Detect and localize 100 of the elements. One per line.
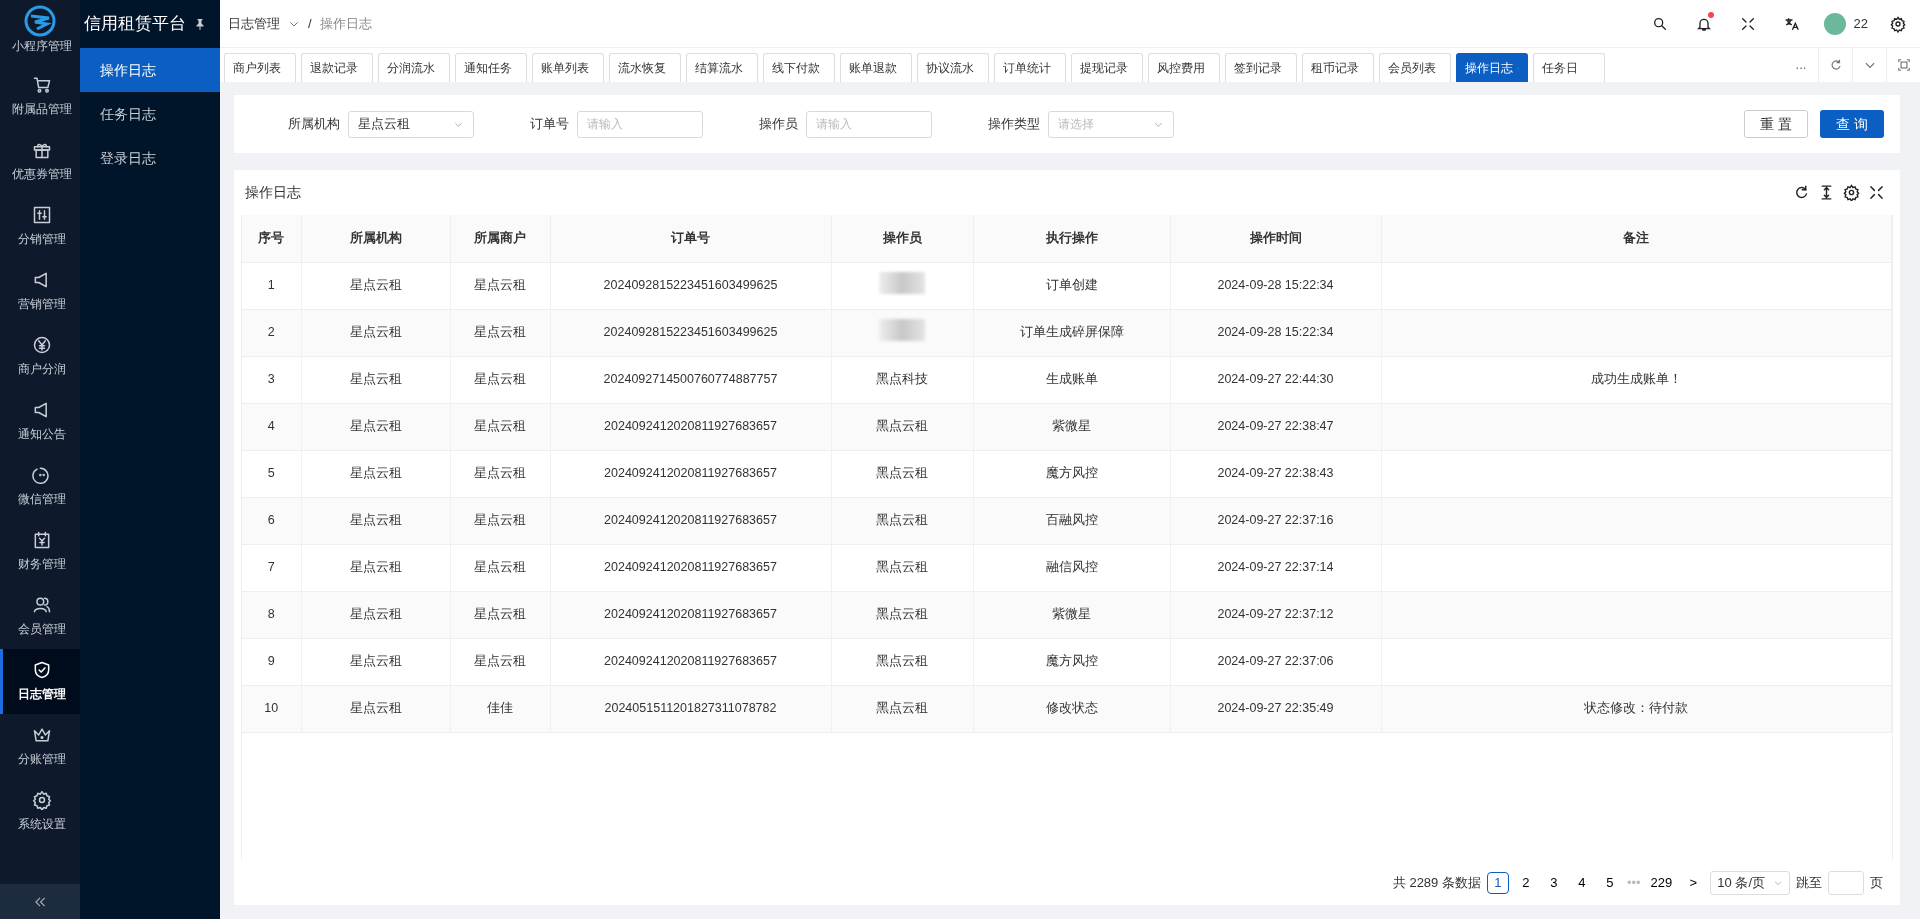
table-cell: 3 (242, 356, 301, 403)
column-header: 执行操作 (973, 215, 1170, 262)
tab[interactable]: 退款记录 (301, 53, 373, 82)
page-button[interactable]: 4 (1570, 871, 1593, 894)
table-cell: 2024-09-27 22:38:47 (1170, 403, 1381, 450)
tab[interactable]: 通知任务 (455, 53, 527, 82)
select-field[interactable]: 星点云租 (348, 110, 474, 138)
search-button[interactable]: 查 询 (1820, 110, 1884, 138)
table-cell: 紫微星 (973, 403, 1170, 450)
tab[interactable]: 任务日 (1533, 53, 1605, 82)
column-header: 备注 (1381, 215, 1892, 262)
sidebar-item[interactable]: 日志管理 (0, 649, 80, 714)
page-button[interactable]: 2 (1514, 871, 1537, 894)
table-cell: 2024092412020811927683657 (550, 450, 831, 497)
tab[interactable]: 商户列表 (224, 53, 296, 82)
table-cell: 2024092412020811927683657 (550, 638, 831, 685)
tab[interactable]: 签到记录 (1225, 53, 1297, 82)
sidebar-item[interactable]: 系统设置 (0, 779, 80, 844)
table-cell: 生成账单 (973, 356, 1170, 403)
cart-icon (31, 75, 52, 95)
submenu-item[interactable]: 登录日志 (80, 136, 220, 180)
tab[interactable]: 风控费用 (1148, 53, 1220, 82)
table-cell: 星点云租 (450, 403, 550, 450)
input-field[interactable]: 请输入 (806, 110, 932, 138)
table-cell: 星点云租 (301, 262, 450, 309)
table-cell: 修改状态 (973, 685, 1170, 732)
table-cell: 7 (242, 544, 301, 591)
tab[interactable]: 协议流水 (917, 53, 989, 82)
tab[interactable]: 提现记录 (1071, 53, 1143, 82)
sidebar-item[interactable]: 财务管理 (0, 519, 80, 584)
tab[interactable]: 账单退款 (840, 53, 912, 82)
table-cell: 黑点科技 (831, 356, 973, 403)
table-cell: 星点云租 (450, 591, 550, 638)
table-cell: 星点云租 (301, 544, 450, 591)
page-button[interactable]: 229 (1646, 871, 1677, 894)
tab[interactable]: 流水恢复 (609, 53, 681, 82)
sidebar-item[interactable]: 优惠券管理 (0, 129, 80, 194)
table-cell: 星点云租 (450, 356, 550, 403)
sidebar-item[interactable]: 分账管理 (0, 714, 80, 779)
table-cell: 状态修改：待付款 (1381, 685, 1892, 732)
tab[interactable]: 会员列表 (1379, 53, 1451, 82)
sidebar-item[interactable]: 分销管理 (0, 194, 80, 259)
tab[interactable]: 操作日志 (1456, 53, 1528, 82)
page-size-select[interactable]: 10 条/页 (1710, 870, 1790, 895)
page-button[interactable]: 1 (1486, 871, 1509, 894)
page-button[interactable]: 5 (1598, 871, 1621, 894)
table-cell: 星点云租 (301, 403, 450, 450)
table-cell: 10 (242, 685, 301, 732)
sidebar-item[interactable]: 通知公告 (0, 389, 80, 454)
page-jump-field[interactable] (1828, 870, 1864, 895)
table-cell: 8 (242, 591, 301, 638)
table-cell: 2024092815223451603499625 (550, 262, 831, 309)
sidebar-item[interactable]: 附属品管理 (0, 64, 80, 129)
tab[interactable]: 租币记录 (1302, 53, 1374, 82)
table-cell: 2024051511201827311078782 (550, 685, 831, 732)
tab[interactable]: 分润流水 (378, 53, 450, 82)
yen-circle-icon (31, 335, 52, 355)
pin-icon[interactable] (194, 18, 206, 30)
column-header: 订单号 (550, 215, 831, 262)
reset-button[interactable]: 重 置 (1744, 110, 1808, 138)
tab[interactable]: 线下付款 (763, 53, 835, 82)
table-cell: 订单创建 (973, 262, 1170, 309)
table-cell: 6 (242, 497, 301, 544)
table-cell: 2024092412020811927683657 (550, 544, 831, 591)
refresh-icon[interactable] (1793, 184, 1810, 201)
sidebar-item[interactable]: 商户分润 (0, 324, 80, 389)
table-cell: 星点云租 (450, 638, 550, 685)
sidebar-item[interactable]: 营销管理 (0, 259, 80, 324)
column-header: 所属机构 (301, 215, 450, 262)
breadcrumb-item[interactable]: 日志管理 (228, 13, 280, 34)
total-count: 共 2289 条数据 (1392, 873, 1481, 892)
sidebar-item[interactable]: 会员管理 (0, 584, 80, 649)
sidebar-item[interactable]: 小程序管理 (0, 36, 80, 64)
table-cell: 订单生成碎屏保障 (973, 309, 1170, 356)
sidebar-item[interactable]: 微信管理 (0, 454, 80, 519)
breadcrumb-item: 操作日志 (319, 14, 372, 33)
table-cell: 星点云租 (450, 544, 550, 591)
next-page-button[interactable]: > (1682, 871, 1705, 894)
table-cell: 2024-09-27 22:38:43 (1170, 450, 1381, 497)
users-icon (31, 595, 52, 615)
page-button[interactable]: 3 (1542, 871, 1565, 894)
tab[interactable]: 账单列表 (532, 53, 604, 82)
user-name[interactable]: 22 (1853, 13, 1868, 34)
table-cell: 5 (242, 450, 301, 497)
submenu-item[interactable]: 操作日志 (80, 48, 220, 92)
table-cell: 黑点云租 (831, 450, 973, 497)
settings-icon[interactable] (1843, 184, 1860, 201)
input-field[interactable]: 请输入 (577, 110, 703, 138)
tab[interactable]: 结算流水 (686, 53, 758, 82)
submenu-item[interactable]: 任务日志 (80, 92, 220, 136)
table-cell: 星点云租 (301, 356, 450, 403)
settings-icon[interactable] (1890, 14, 1906, 33)
page-ellipsis: ••• (1626, 873, 1641, 892)
table-cell: 魔方风控 (973, 638, 1170, 685)
table-cell: 4 (242, 403, 301, 450)
table-cell: 2024-09-27 22:37:12 (1170, 591, 1381, 638)
collapse-icon[interactable] (33, 894, 47, 909)
tab[interactable]: 订单统计 (994, 53, 1066, 82)
fullscreen-icon[interactable] (1868, 184, 1885, 201)
table-cell: 黑点云租 (831, 403, 973, 450)
